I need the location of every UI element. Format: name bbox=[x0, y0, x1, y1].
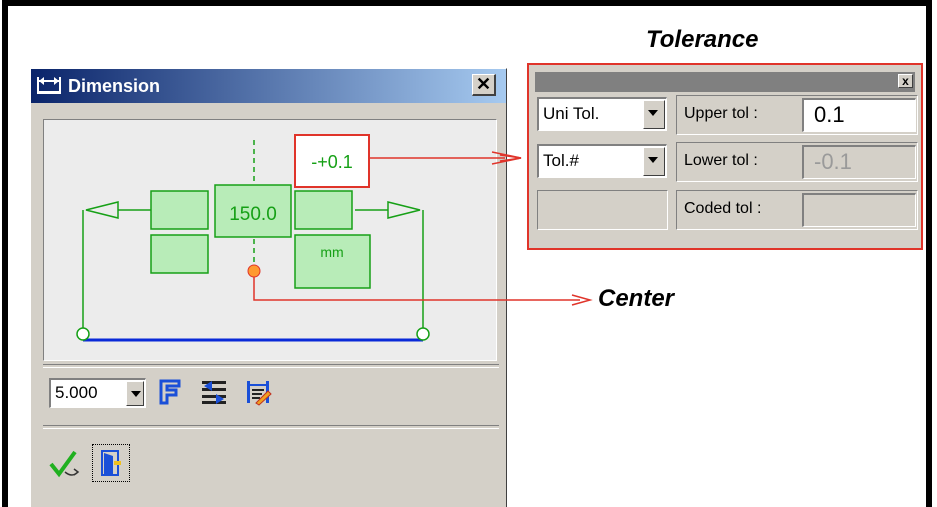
upper-tol-input[interactable]: 0.1 bbox=[802, 98, 916, 132]
endpoint-left bbox=[76, 327, 90, 341]
tolerance-titlebar[interactable] bbox=[535, 72, 915, 92]
center-point bbox=[247, 264, 261, 278]
tolerance-format-select[interactable]: Tol.# bbox=[537, 144, 667, 178]
separator bbox=[43, 425, 499, 429]
empty-cell bbox=[537, 190, 668, 230]
tolerance-close-button[interactable]: x bbox=[898, 74, 913, 88]
separator bbox=[43, 364, 499, 368]
coded-tol-label: Coded tol : bbox=[684, 200, 762, 217]
dimension-value-text: 150.0 bbox=[229, 204, 277, 225]
tolerance-heading: Tolerance bbox=[646, 26, 759, 53]
arrowhead-left bbox=[85, 201, 119, 219]
dimension-settings-icon[interactable] bbox=[244, 378, 272, 406]
exit-door-icon bbox=[101, 450, 121, 476]
exit-button[interactable] bbox=[92, 444, 130, 482]
checkmark-icon[interactable] bbox=[48, 448, 82, 480]
tolerance-display-text: -+0.1 bbox=[311, 152, 353, 172]
prefix-lower-slot bbox=[150, 234, 209, 274]
close-icon: x bbox=[902, 74, 909, 88]
arrow-swap-icon[interactable] bbox=[200, 378, 228, 406]
upper-tol-label: Upper tol : bbox=[684, 105, 758, 122]
lower-tol-input[interactable]: -0.1 bbox=[802, 145, 916, 179]
tolerance-type-select[interactable]: Uni Tol. bbox=[537, 97, 667, 131]
endpoint-right bbox=[416, 327, 430, 341]
precision-select[interactable]: 5.000 bbox=[49, 378, 146, 408]
chevron-down-icon[interactable] bbox=[643, 147, 665, 176]
chevron-down-icon[interactable] bbox=[126, 381, 144, 406]
suffix-upper-slot bbox=[294, 190, 353, 230]
prefix-upper-slot bbox=[150, 190, 209, 230]
arrowhead-right bbox=[387, 201, 421, 219]
font-icon[interactable] bbox=[156, 378, 184, 406]
chevron-down-icon[interactable] bbox=[643, 100, 665, 129]
center-callout-label: Center bbox=[598, 285, 675, 312]
unit-text: mm bbox=[320, 244, 343, 260]
lower-tol-label: Lower tol : bbox=[684, 152, 758, 169]
coded-tol-input[interactable] bbox=[802, 193, 916, 227]
unit-slot bbox=[294, 234, 371, 289]
